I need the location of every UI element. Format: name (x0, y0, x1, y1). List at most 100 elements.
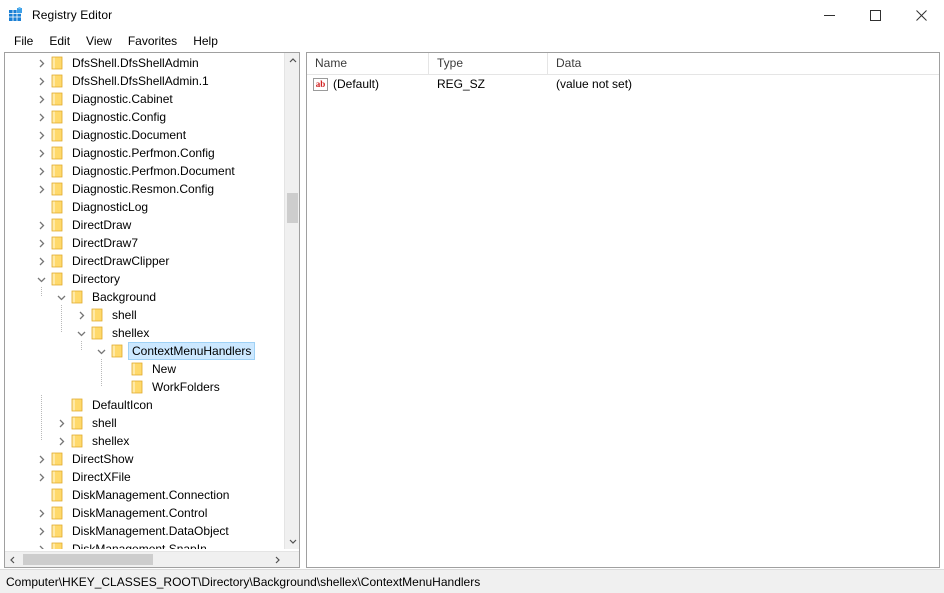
chevron-right-icon[interactable] (53, 414, 69, 432)
tree-item[interactable]: DiskManagement.SnapIn (33, 540, 210, 549)
minimize-button[interactable] (806, 0, 852, 30)
column-header-name[interactable]: Name (307, 53, 429, 74)
chevron-right-icon[interactable] (33, 468, 49, 486)
tree-item[interactable]: DirectDrawClipper (33, 252, 172, 270)
chevron-right-icon[interactable] (33, 90, 49, 108)
scroll-right-arrow[interactable] (269, 552, 285, 567)
column-header-data[interactable]: Data (548, 53, 939, 74)
scroll-down-arrow[interactable] (285, 533, 299, 549)
tree-item[interactable]: DiskManagement.DataObject (33, 522, 232, 540)
tree-item-label: DirectDraw7 (72, 236, 139, 250)
tree-item-label: DirectXFile (72, 470, 131, 484)
tree-item[interactable]: DirectDraw (33, 216, 134, 234)
registry-tree-panel: DfsShell.DfsShellAdmin DfsShell.DfsShellA… (4, 52, 300, 568)
tree-item[interactable]: DiagnosticLog (33, 198, 151, 216)
chevron-down-icon[interactable] (33, 270, 49, 288)
tree-item[interactable]: Diagnostic.Perfmon.Config (33, 144, 218, 162)
tree-item-label: DiskManagement.DataObject (72, 524, 229, 538)
chevron-right-icon[interactable] (33, 450, 49, 468)
maximize-button[interactable] (852, 0, 898, 30)
tree-item[interactable]: shellex (53, 432, 132, 450)
value-data: (value not set) (556, 77, 633, 91)
tree-item[interactable]: DiskManagement.Control (33, 504, 210, 522)
folder-icon (69, 415, 85, 431)
string-value-icon: ab (313, 78, 328, 91)
tree-item[interactable]: DirectShow (33, 450, 136, 468)
column-header-type[interactable]: Type (429, 53, 548, 74)
close-button[interactable] (898, 0, 944, 30)
scroll-left-arrow[interactable] (5, 552, 21, 567)
tree-item[interactable]: Diagnostic.Document (33, 126, 189, 144)
tree-item[interactable]: DirectXFile (33, 468, 134, 486)
tree-item-label: shellex (92, 434, 130, 448)
chevron-down-icon[interactable] (93, 342, 109, 360)
tree-item-label: DiagnosticLog (72, 200, 149, 214)
chevron-right-icon[interactable] (33, 180, 49, 198)
tree-item[interactable]: Background (53, 288, 159, 306)
chevron-down-icon[interactable] (53, 288, 69, 306)
tree-vertical-scrollbar[interactable] (284, 53, 299, 549)
chevron-right-icon[interactable] (33, 72, 49, 90)
tree-guide-line (41, 395, 42, 441)
tree-item[interactable]: shell (73, 306, 140, 324)
chevron-right-icon[interactable] (33, 54, 49, 72)
chevron-right-icon[interactable] (33, 522, 49, 540)
tree-horizontal-scroll-thumb[interactable] (23, 554, 153, 565)
tree-item-label: Background (92, 290, 157, 304)
tree-item[interactable]: DfsShell.DfsShellAdmin.1 (33, 72, 212, 90)
tree-item[interactable]: shellex (73, 324, 152, 342)
chevron-right-icon[interactable] (53, 432, 69, 450)
chevron-right-icon[interactable] (33, 144, 49, 162)
tree-horizontal-scrollbar[interactable] (5, 551, 299, 567)
tree-item-label: Diagnostic.Document (72, 128, 187, 142)
tree-guide-line (41, 287, 42, 297)
chevron-right-icon[interactable] (33, 540, 49, 549)
tree-item-label: Diagnostic.Perfmon.Config (72, 146, 215, 160)
folder-icon (89, 307, 105, 323)
chevron-right-icon[interactable] (33, 108, 49, 126)
menu-file[interactable]: File (6, 31, 41, 51)
menu-view[interactable]: View (78, 31, 120, 51)
value-name: (Default) (333, 77, 380, 91)
tree-item[interactable]: ContextMenuHandlers (93, 342, 256, 360)
tree-item[interactable]: DirectDraw7 (33, 234, 141, 252)
tree-item[interactable]: Diagnostic.Cabinet (33, 90, 176, 108)
menu-edit[interactable]: Edit (41, 31, 78, 51)
tree-item[interactable]: DiskManagement.Connection (33, 486, 232, 504)
tree-item[interactable]: Diagnostic.Perfmon.Document (33, 162, 238, 180)
tree-vertical-scroll-thumb[interactable] (287, 193, 298, 223)
menu-help[interactable]: Help (185, 31, 226, 51)
client-area: DfsShell.DfsShellAdmin DfsShell.DfsShellA… (0, 52, 944, 569)
tree-item[interactable]: WorkFolders (113, 378, 223, 396)
tree-item[interactable]: Diagnostic.Resmon.Config (33, 180, 217, 198)
chevron-right-icon[interactable] (33, 252, 49, 270)
folder-icon (69, 289, 85, 305)
registry-tree[interactable]: DfsShell.DfsShellAdmin DfsShell.DfsShellA… (5, 53, 285, 549)
chevron-right-icon[interactable] (33, 162, 49, 180)
tree-item[interactable]: DefaultIcon (53, 396, 156, 414)
tree-item[interactable]: DfsShell.DfsShellAdmin (33, 54, 202, 72)
chevron-down-icon[interactable] (73, 324, 89, 342)
chevron-right-icon[interactable] (33, 234, 49, 252)
chevron-right-icon[interactable] (73, 306, 89, 324)
tree-item[interactable]: shell (53, 414, 120, 432)
tree-item[interactable]: Directory (33, 270, 123, 288)
chevron-right-icon[interactable] (33, 126, 49, 144)
chevron-right-icon[interactable] (33, 504, 49, 522)
menu-bar: File Edit View Favorites Help (0, 30, 944, 52)
tree-item[interactable]: Diagnostic.Config (33, 108, 169, 126)
folder-icon (49, 541, 65, 549)
tree-item[interactable]: New (113, 360, 179, 378)
scroll-up-arrow[interactable] (285, 53, 299, 69)
values-column-header: Name Type Data (307, 53, 939, 75)
value-row[interactable]: ab (Default) REG_SZ (value not set) (307, 75, 939, 94)
folder-icon (49, 199, 65, 215)
tree-item-label: Diagnostic.Resmon.Config (72, 182, 215, 196)
tree-item-label: Diagnostic.Perfmon.Document (72, 164, 235, 178)
menu-favorites[interactable]: Favorites (120, 31, 185, 51)
status-bar: Computer\HKEY_CLASSES_ROOT\Directory\Bac… (0, 569, 944, 593)
chevron-right-icon[interactable] (33, 216, 49, 234)
values-list[interactable]: ab (Default) REG_SZ (value not set) (307, 75, 939, 94)
